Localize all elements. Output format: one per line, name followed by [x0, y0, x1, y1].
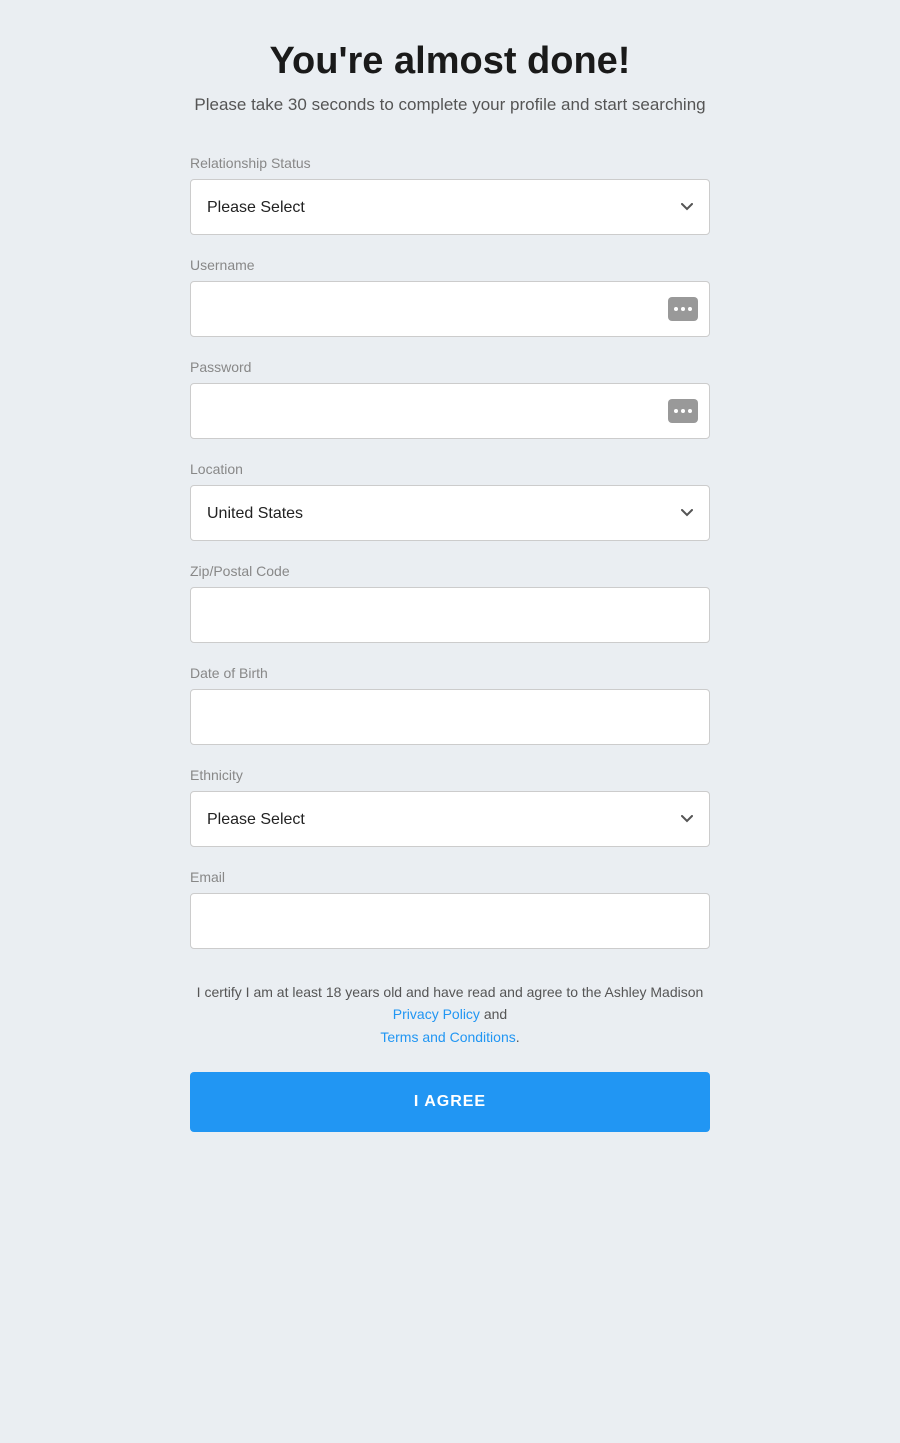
cert-text-before: I certify I am at least 18 years old and…: [197, 984, 704, 1000]
password-dot-1: [674, 409, 678, 413]
password-dots-icon: [668, 399, 698, 423]
dob-label: Date of Birth: [190, 665, 710, 681]
dots-icon-inner: [674, 307, 692, 311]
location-label: Location: [190, 461, 710, 477]
username-dots-icon: [668, 297, 698, 321]
privacy-policy-link[interactable]: Privacy Policy: [393, 1006, 480, 1022]
ethnicity-select[interactable]: Please Select Asian Black / African Amer…: [190, 791, 710, 847]
dot-1: [674, 307, 678, 311]
location-group: Location United States Canada United Kin…: [190, 461, 710, 541]
password-dots-icon-inner: [674, 409, 692, 413]
page-title: You're almost done!: [270, 40, 631, 83]
location-select[interactable]: United States Canada United Kingdom Aust…: [190, 485, 710, 541]
username-input[interactable]: [190, 281, 710, 337]
zip-code-group: Zip/Postal Code: [190, 563, 710, 643]
password-dot-3: [688, 409, 692, 413]
dot-2: [681, 307, 685, 311]
password-dot-2: [681, 409, 685, 413]
certification-text: I certify I am at least 18 years old and…: [190, 981, 710, 1048]
zip-code-label: Zip/Postal Code: [190, 563, 710, 579]
password-label: Password: [190, 359, 710, 375]
relationship-status-label: Relationship Status: [190, 155, 710, 171]
password-group: Password: [190, 359, 710, 439]
username-label: Username: [190, 257, 710, 273]
email-input[interactable]: [190, 893, 710, 949]
page-container: You're almost done! Please take 30 secon…: [20, 40, 880, 1383]
ethnicity-group: Ethnicity Please Select Asian Black / Af…: [190, 767, 710, 847]
relationship-status-select[interactable]: Please Select Single Married In a Relati…: [190, 179, 710, 235]
ethnicity-label: Ethnicity: [190, 767, 710, 783]
terms-conditions-link[interactable]: Terms and Conditions: [380, 1029, 515, 1045]
dob-input[interactable]: [190, 689, 710, 745]
dob-group: Date of Birth: [190, 665, 710, 745]
zip-code-input[interactable]: [190, 587, 710, 643]
agree-button[interactable]: I AGREE: [190, 1072, 710, 1132]
page-subtitle: Please take 30 seconds to complete your …: [194, 95, 705, 115]
dot-3: [688, 307, 692, 311]
relationship-status-group: Relationship Status Please Select Single…: [190, 155, 710, 235]
cert-period: .: [516, 1029, 520, 1045]
email-group: Email: [190, 869, 710, 949]
email-label: Email: [190, 869, 710, 885]
username-input-wrapper: [190, 281, 710, 337]
password-input[interactable]: [190, 383, 710, 439]
form-container: Relationship Status Please Select Single…: [190, 155, 710, 1132]
password-input-wrapper: [190, 383, 710, 439]
cert-and: and: [484, 1006, 507, 1022]
username-group: Username: [190, 257, 710, 337]
